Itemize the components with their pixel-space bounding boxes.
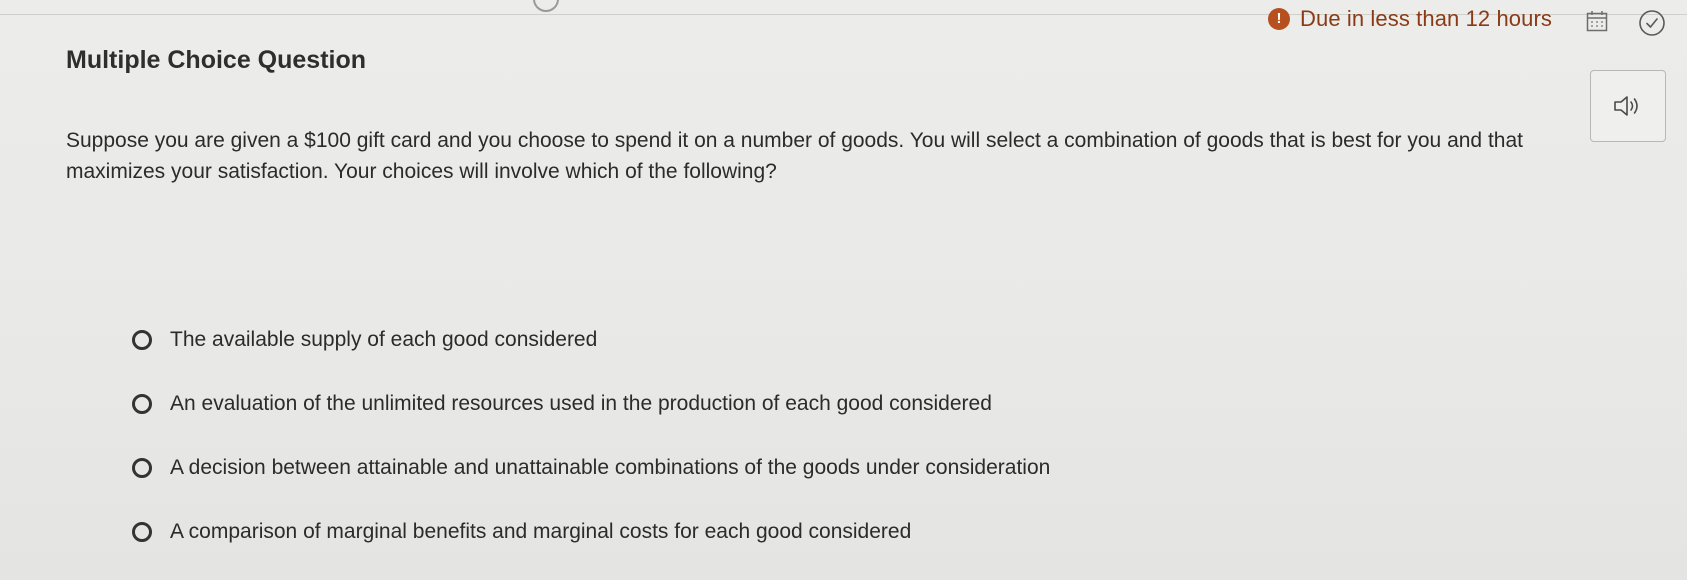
radio-button[interactable] bbox=[132, 458, 152, 478]
question-type-heading: Multiple Choice Question bbox=[66, 46, 367, 74]
radio-button[interactable] bbox=[132, 330, 152, 350]
due-status: ! Due in less than 12 hours bbox=[1268, 6, 1552, 32]
answer-option-2[interactable]: An evaluation of the unlimited resources… bbox=[132, 372, 1050, 436]
option-label: An evaluation of the unlimited resources… bbox=[170, 392, 992, 415]
radio-button[interactable] bbox=[132, 522, 152, 542]
due-text: Due in less than 12 hours bbox=[1300, 6, 1552, 31]
answer-option-1[interactable]: The available supply of each good consid… bbox=[132, 308, 1050, 372]
question-text: Suppose you are given a $100 gift card a… bbox=[66, 129, 1523, 183]
answer-options: The available supply of each good consid… bbox=[132, 308, 1050, 564]
calendar-icon[interactable] bbox=[1586, 10, 1608, 32]
radio-button[interactable] bbox=[132, 394, 152, 414]
option-label: A decision between attainable and unatta… bbox=[170, 456, 1051, 479]
answer-option-4[interactable]: A comparison of marginal benefits and ma… bbox=[132, 500, 1050, 564]
option-label: A comparison of marginal benefits and ma… bbox=[170, 520, 912, 543]
check-circle-icon[interactable] bbox=[1638, 9, 1666, 37]
answer-option-3[interactable]: A decision between attainable and unatta… bbox=[132, 436, 1050, 500]
top-circle-icon bbox=[533, 0, 559, 12]
speaker-icon bbox=[1614, 96, 1638, 116]
option-label: The available supply of each good consid… bbox=[170, 328, 598, 351]
alert-icon: ! bbox=[1268, 8, 1290, 30]
